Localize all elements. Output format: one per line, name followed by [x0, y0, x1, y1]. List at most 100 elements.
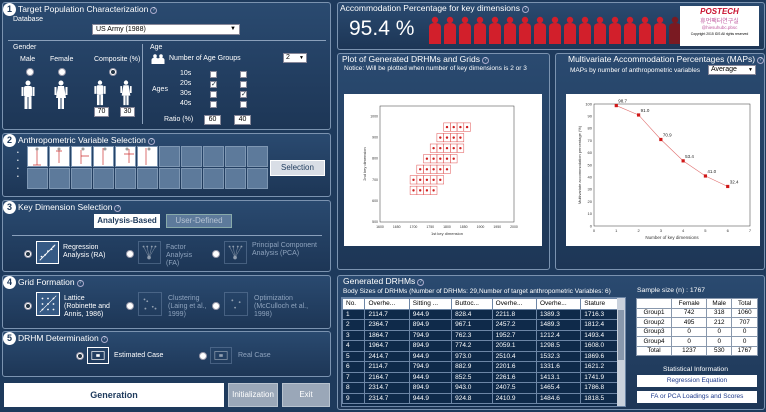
- table-row: Group4 0 0 0: [635, 336, 758, 347]
- selected-variable-figures: [33, 147, 151, 166]
- y-tick-label: 700: [372, 178, 378, 182]
- pca-radio[interactable]: [212, 250, 220, 258]
- female-radio[interactable]: [58, 68, 66, 76]
- help-icon[interactable]: ?: [757, 56, 765, 64]
- table-header-row: No. Overhe... Sitting ... Buttoc... Overhe..…: [342, 298, 618, 310]
- help-icon[interactable]: ?: [76, 279, 84, 287]
- table-cell: 0: [706, 336, 733, 347]
- help-icon[interactable]: ?: [147, 137, 155, 145]
- age-20s-group1-checkbox[interactable]: [210, 81, 217, 88]
- variable-tile[interactable]: [181, 168, 202, 189]
- age-10s-group2-checkbox[interactable]: [240, 71, 247, 78]
- table-cell: 0: [706, 326, 733, 337]
- column-header[interactable]: Stature: [580, 298, 618, 310]
- maps-dropdown[interactable]: Average ▼: [708, 65, 756, 75]
- real-case-radio[interactable]: [199, 352, 207, 360]
- gender-label: Gender: [13, 44, 37, 51]
- plot1-header: Plot of Generated DRHMs and Grids?: [342, 54, 489, 64]
- variable-tile[interactable]: [225, 168, 246, 189]
- column-header[interactable]: Overhe...: [535, 298, 582, 310]
- person-figure-icon: [519, 16, 531, 44]
- fa-pca-loadings-button[interactable]: FA or PCA Loadings and Scores: [637, 391, 757, 403]
- step-number-4: 4: [3, 276, 16, 289]
- person-figure-icon: [444, 16, 456, 44]
- male-body-icon: [21, 80, 35, 109]
- table-cell: 8: [342, 382, 366, 394]
- table-row[interactable]: 7 2164.7 944.9 852.5 2261.6 1413.1 1741.9: [342, 371, 618, 383]
- table-cell: 2: [342, 319, 366, 331]
- table-row[interactable]: 6 2114.7 794.9 882.9 2201.6 1331.6 1621.2: [342, 361, 618, 373]
- age-40s-group1-checkbox[interactable]: [210, 101, 217, 108]
- variable-tile[interactable]: [247, 168, 268, 189]
- help-icon[interactable]: ?: [522, 5, 530, 13]
- column-header[interactable]: No.: [342, 298, 366, 310]
- selection-button[interactable]: Selection: [270, 160, 325, 176]
- help-icon[interactable]: ?: [481, 56, 489, 64]
- age-30s-group2-checkbox[interactable]: [240, 91, 247, 98]
- table-cell: Group1: [635, 307, 673, 318]
- drhm-point: [445, 136, 449, 139]
- scrollbar-thumb[interactable]: [618, 310, 624, 360]
- table-row[interactable]: 9 2314.7 944.9 924.8 2410.9 1484.6 1818.5: [342, 392, 618, 404]
- variable-tile[interactable]: [71, 168, 92, 189]
- age-30s-group1-checkbox[interactable]: [210, 91, 217, 98]
- variable-tile[interactable]: [49, 168, 70, 189]
- help-icon[interactable]: ?: [150, 6, 158, 14]
- variable-tile[interactable]: [137, 168, 158, 189]
- variable-tile[interactable]: [27, 168, 48, 189]
- table-cell: 1532.3: [535, 350, 582, 362]
- variable-tile[interactable]: [93, 168, 114, 189]
- optimization-radio[interactable]: [212, 302, 220, 310]
- variable-tile[interactable]: [159, 146, 180, 167]
- table-row[interactable]: 3 1864.7 794.9 762.3 1952.7 1212.4 1493.4: [342, 329, 618, 341]
- regression-radio[interactable]: [24, 250, 32, 258]
- initialization-button[interactable]: Initialization: [228, 383, 278, 407]
- age-40s-group2-checkbox[interactable]: [240, 101, 247, 108]
- table-row[interactable]: 1 2114.7 944.9 828.4 2211.8 1389.3 1716.3: [342, 308, 618, 320]
- variable-tile[interactable]: [203, 146, 224, 167]
- help-icon[interactable]: ?: [417, 278, 425, 286]
- female-body-icon: [54, 80, 68, 109]
- tab-analysis-based[interactable]: Analysis-Based: [94, 214, 160, 228]
- database-dropdown[interactable]: US Army (1988) ▼: [92, 24, 240, 35]
- exit-button[interactable]: Exit: [282, 383, 330, 407]
- column-header[interactable]: Sitting ...: [408, 298, 453, 310]
- variable-tile[interactable]: [225, 146, 246, 167]
- composite-female-input[interactable]: 30: [120, 107, 135, 117]
- regression-equation-button[interactable]: Regression Equation: [637, 375, 757, 387]
- generation-button[interactable]: Generation: [4, 383, 224, 407]
- table-row[interactable]: 5 2414.7 944.9 973.0 2510.4 1532.3 1869.6: [342, 350, 618, 362]
- lattice-radio[interactable]: [24, 302, 32, 310]
- ratio-group1-input[interactable]: 60: [204, 115, 221, 125]
- table-scrollbar[interactable]: [617, 298, 625, 406]
- composite-radio[interactable]: [109, 68, 117, 76]
- variable-tile[interactable]: [247, 146, 268, 167]
- table-row[interactable]: 8 2314.7 894.9 943.0 2407.5 1465.4 1786.8: [342, 382, 618, 394]
- column-header[interactable]: Buttoc...: [451, 298, 493, 310]
- male-radio[interactable]: [26, 68, 34, 76]
- composite-male-input[interactable]: 70: [94, 107, 109, 117]
- table-row[interactable]: 4 1964.7 894.9 774.2 2059.1 1298.5 1608.0: [342, 340, 618, 352]
- tab-user-defined[interactable]: User-Defined: [166, 214, 232, 228]
- age-20s-group2-checkbox[interactable]: [240, 81, 247, 88]
- estimated-case-radio[interactable]: [76, 352, 84, 360]
- factor-radio[interactable]: [126, 250, 134, 258]
- help-icon[interactable]: ?: [114, 204, 122, 212]
- y-tick-label: 20: [588, 199, 593, 204]
- clustering-radio[interactable]: [126, 302, 134, 310]
- age-10s-group1-checkbox[interactable]: [210, 71, 217, 78]
- ratio-group2-input[interactable]: 40: [234, 115, 251, 125]
- table-cell: 2114.7: [364, 361, 410, 373]
- variable-tile[interactable]: [181, 146, 202, 167]
- drhm-table-wrap[interactable]: No. Overhe... Sitting ... Buttoc... Overhe..…: [341, 297, 626, 407]
- column-header[interactable]: Overhe...: [491, 298, 537, 310]
- help-icon[interactable]: ?: [100, 335, 108, 343]
- people-icon: [151, 54, 165, 64]
- table-cell: 1331.6: [535, 361, 582, 373]
- table-row[interactable]: 2 2364.7 894.9 967.1 2457.2 1489.3 1812.4: [342, 319, 618, 331]
- column-header[interactable]: Overhe...: [364, 298, 410, 310]
- variable-tile[interactable]: [115, 168, 136, 189]
- age-groups-dropdown[interactable]: 2 ▼: [283, 53, 307, 63]
- variable-tile[interactable]: [159, 168, 180, 189]
- variable-tile[interactable]: [203, 168, 224, 189]
